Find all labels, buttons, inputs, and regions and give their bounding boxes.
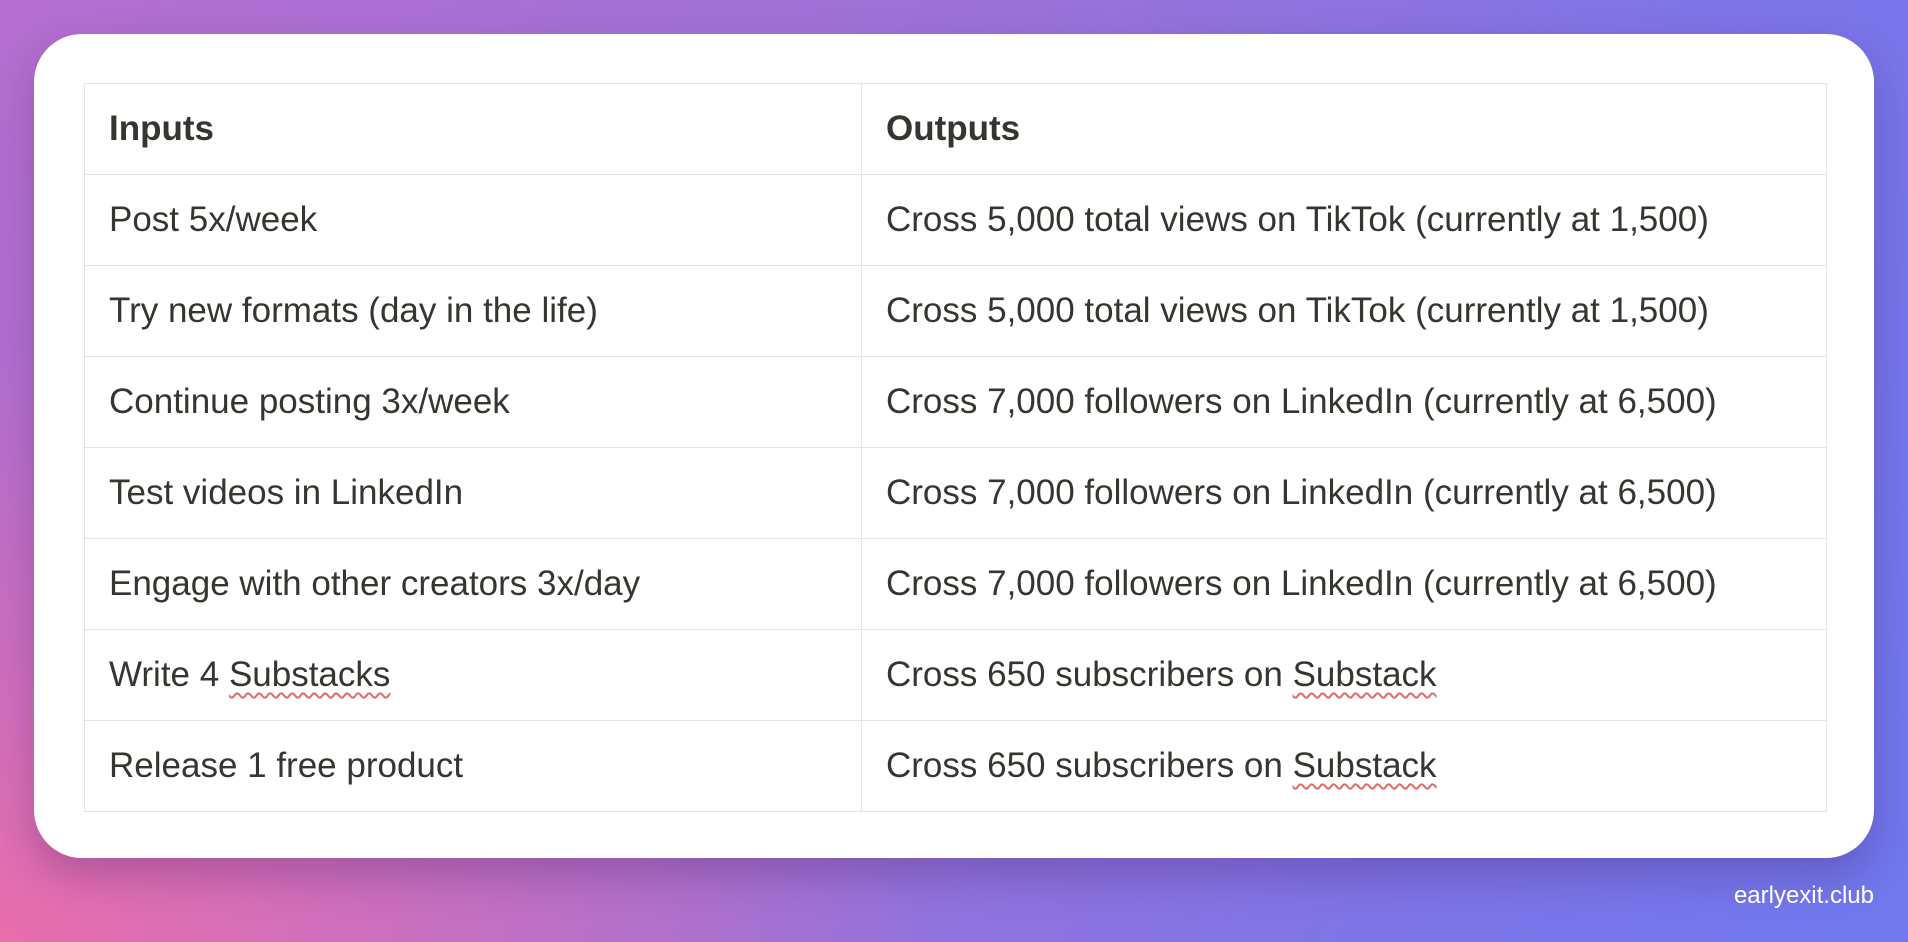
table-row: Write 4 Substacks Cross 650 subscribers … — [84, 629, 1827, 721]
output-text: Cross 650 subscribers on — [886, 655, 1293, 694]
table-row: Post 5x/week Cross 5,000 total views on … — [84, 174, 1827, 266]
table-row: Continue posting 3x/week Cross 7,000 fol… — [84, 356, 1827, 448]
spellcheck-flagged-word: Substack — [1292, 746, 1437, 785]
input-cell[interactable]: Write 4 Substacks — [84, 629, 862, 721]
watermark-text: earlyexit.club — [1733, 882, 1874, 909]
table-row: Release 1 free product Cross 650 subscri… — [84, 720, 1827, 812]
inputs-column-header: Inputs — [84, 83, 862, 175]
input-text: Write 4 — [109, 655, 229, 694]
output-cell[interactable]: Cross 5,000 total views on TikTok (curre… — [861, 265, 1827, 357]
input-cell[interactable]: Release 1 free product — [84, 720, 862, 812]
spellcheck-flagged-word: Substack — [1292, 655, 1437, 694]
output-cell[interactable]: Cross 7,000 followers on LinkedIn (curre… — [861, 356, 1827, 448]
table-row: Try new formats (day in the life) Cross … — [84, 265, 1827, 357]
input-cell[interactable]: Try new formats (day in the life) — [84, 265, 862, 357]
table-row: Test videos in LinkedIn Cross 7,000 foll… — [84, 447, 1827, 539]
output-text: Cross 650 subscribers on — [886, 746, 1293, 785]
table-header-row: Inputs Outputs — [84, 83, 1827, 175]
input-cell[interactable]: Continue posting 3x/week — [84, 356, 862, 448]
table-row: Engage with other creators 3x/day Cross … — [84, 538, 1827, 630]
content-card: Inputs Outputs Post 5x/week Cross 5,000 … — [34, 34, 1874, 858]
input-cell[interactable]: Engage with other creators 3x/day — [84, 538, 862, 630]
outputs-column-header: Outputs — [861, 83, 1827, 175]
inputs-outputs-table: Inputs Outputs Post 5x/week Cross 5,000 … — [84, 83, 1827, 812]
output-cell[interactable]: Cross 7,000 followers on LinkedIn (curre… — [861, 447, 1827, 539]
output-cell[interactable]: Cross 650 subscribers on Substack — [861, 629, 1827, 721]
output-cell[interactable]: Cross 650 subscribers on Substack — [861, 720, 1827, 812]
input-cell[interactable]: Post 5x/week — [84, 174, 862, 266]
input-cell[interactable]: Test videos in LinkedIn — [84, 447, 862, 539]
output-cell[interactable]: Cross 5,000 total views on TikTok (curre… — [861, 174, 1827, 266]
output-cell[interactable]: Cross 7,000 followers on LinkedIn (curre… — [861, 538, 1827, 630]
spellcheck-flagged-word: Substacks — [228, 655, 391, 694]
